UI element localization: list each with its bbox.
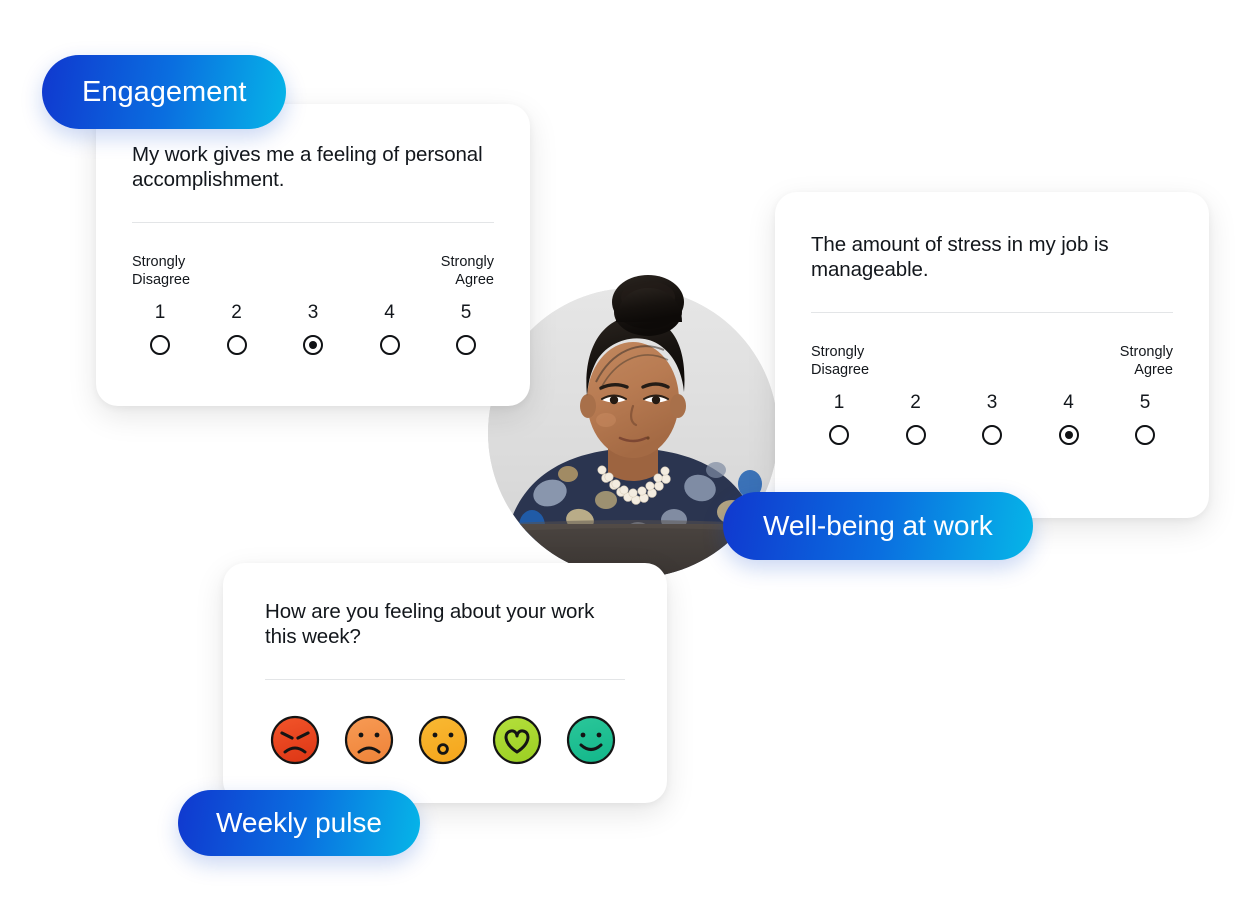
- question-text: The amount of stress in my job is manage…: [811, 233, 1109, 281]
- likert-scale: 1 2 3 4 5: [132, 302, 494, 356]
- badge-engagement[interactable]: Engagement: [42, 55, 287, 129]
- radio-button-2[interactable]: [226, 335, 247, 356]
- scale-option[interactable]: 2: [905, 392, 926, 446]
- scale-option[interactable]: 4: [379, 302, 400, 356]
- scale-number: 3: [307, 302, 319, 324]
- radio-button-3[interactable]: [303, 335, 323, 356]
- anchor-low-line2: Disagree: [132, 272, 191, 289]
- survey-card-weekly-pulse: How are you feeling about your work this…: [223, 563, 667, 803]
- survey-card-engagement: My work gives me a feeling of personal a…: [96, 104, 530, 406]
- scale-number: 1: [154, 302, 166, 324]
- divider: [132, 222, 494, 223]
- scale-number: 5: [460, 302, 472, 324]
- scale-number: 5: [1139, 392, 1151, 414]
- scale-number: 4: [1063, 392, 1074, 414]
- radio-button-4[interactable]: [379, 335, 400, 356]
- anchor-low: Strongly Disagree: [811, 343, 869, 379]
- scale-option[interactable]: 5: [456, 302, 476, 356]
- scale-number: 2: [910, 392, 921, 414]
- happy-face-icon[interactable]: [565, 714, 617, 766]
- emoji-scale: [265, 714, 625, 766]
- scale-option[interactable]: 3: [303, 302, 323, 356]
- scale-number: 4: [384, 302, 395, 324]
- anchor-high: Strongly Agree: [441, 253, 494, 289]
- likert-scale: 1 2 3 4 5: [811, 392, 1173, 446]
- scale-number: 2: [231, 302, 242, 324]
- divider: [811, 312, 1173, 313]
- anchor-low: Strongly Disagree: [132, 253, 190, 289]
- scale-option[interactable]: 2: [226, 302, 247, 356]
- radio-button-3[interactable]: [982, 425, 1002, 446]
- survey-showcase: My work gives me a feeling of personal a…: [0, 0, 1260, 900]
- anchor-high-line1: Strongly: [1119, 344, 1173, 360]
- divider: [265, 679, 625, 680]
- badge-weekly-pulse-label: Weekly pulse: [216, 807, 383, 838]
- radio-button-2[interactable]: [905, 425, 926, 446]
- radio-button-1[interactable]: [150, 335, 170, 356]
- radio-button-5[interactable]: [456, 335, 476, 356]
- angry-face-icon[interactable]: [269, 714, 321, 766]
- scale-option[interactable]: 4: [1058, 392, 1079, 446]
- surprised-face-icon[interactable]: [417, 714, 469, 766]
- badge-engagement-label: Engagement: [82, 75, 247, 108]
- scale-anchors: Strongly Disagree Strongly Agree: [811, 343, 1173, 379]
- scale-number: 3: [986, 392, 998, 414]
- radio-button-5[interactable]: [1135, 425, 1155, 446]
- anchor-high-line1: Strongly: [440, 254, 494, 270]
- anchor-low-line2: Disagree: [811, 362, 870, 379]
- radio-button-4[interactable]: [1058, 425, 1079, 446]
- scale-option[interactable]: 3: [982, 392, 1002, 446]
- love-face-icon[interactable]: [491, 714, 543, 766]
- question-text: How are you feeling about your work this…: [265, 600, 595, 648]
- survey-card-wellbeing: The amount of stress in my job is manage…: [775, 192, 1209, 518]
- badge-weekly-pulse[interactable]: Weekly pulse: [178, 790, 421, 856]
- radio-button-1[interactable]: [829, 425, 849, 446]
- anchor-high: Strongly Agree: [1120, 343, 1173, 379]
- scale-option[interactable]: 1: [150, 302, 170, 356]
- anchor-low-line1: Strongly: [811, 344, 865, 360]
- anchor-high-line2: Agree: [455, 272, 494, 289]
- badge-wellbeing[interactable]: Well-being at work: [723, 492, 1033, 560]
- scale-option[interactable]: 1: [829, 392, 849, 446]
- scale-option[interactable]: 5: [1135, 392, 1155, 446]
- anchor-low-line1: Strongly: [132, 254, 186, 270]
- anchor-high-line2: Agree: [1134, 362, 1173, 379]
- sad-face-icon[interactable]: [343, 714, 395, 766]
- scale-anchors: Strongly Disagree Strongly Agree: [132, 253, 494, 289]
- question-text: My work gives me a feeling of personal a…: [132, 143, 483, 191]
- scale-number: 1: [833, 392, 845, 414]
- badge-wellbeing-label: Well-being at work: [763, 510, 993, 541]
